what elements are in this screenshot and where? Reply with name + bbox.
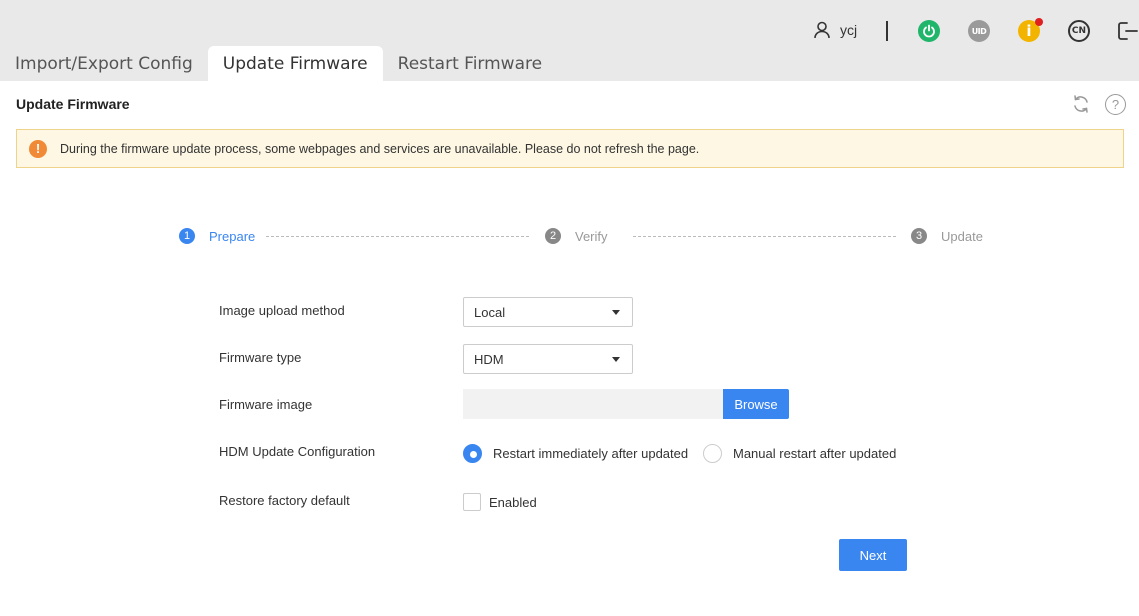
tab-bar: Import/Export Config Update Firmware Res… [0, 46, 557, 81]
restore-factory-label: Restore factory default [219, 493, 350, 508]
language-icon[interactable]: CN [1068, 20, 1090, 42]
user-menu[interactable]: ycj [812, 20, 857, 40]
upload-method-label: Image upload method [219, 303, 345, 318]
upload-method-value: Local [474, 304, 506, 320]
tab-import-export-config[interactable]: Import/Export Config [0, 46, 208, 81]
radio-label: Manual restart after updated [733, 446, 897, 461]
caret-down-icon [612, 357, 620, 362]
page-title: Update Firmware [16, 96, 130, 112]
checkbox-box [463, 493, 481, 511]
step-connector [266, 236, 529, 237]
step-connector [633, 236, 896, 237]
step-number: 3 [911, 228, 927, 244]
restore-factory-checkbox[interactable]: Enabled [463, 493, 537, 511]
warning-icon: ! [29, 139, 47, 158]
main-panel: Update Firmware ? ! During the firmware … [0, 81, 1139, 616]
step-verify: 2 Verify [545, 228, 608, 244]
warning-alert: ! During the firmware update process, so… [16, 129, 1124, 168]
firmware-type-value: HDM [474, 351, 504, 367]
step-update: 3 Update [911, 228, 983, 244]
step-prepare: 1 Prepare [179, 228, 255, 244]
radio-label: Restart immediately after updated [493, 446, 689, 461]
step-label: Prepare [209, 228, 256, 244]
step-number: 1 [179, 228, 195, 244]
notification-dot [1035, 18, 1043, 26]
alert-text: During the firmware update process, some… [60, 141, 700, 156]
refresh-icon[interactable] [1071, 94, 1091, 114]
firmware-type-label: Firmware type [219, 350, 302, 365]
power-icon[interactable] [918, 20, 940, 42]
radio-unchecked-icon [703, 444, 722, 463]
firmware-type-select[interactable]: HDM [463, 344, 633, 374]
checkbox-label: Enabled [489, 494, 537, 510]
radio-checked-icon [463, 444, 482, 463]
info-glyph: i [1026, 22, 1032, 40]
uid-icon[interactable]: UID [968, 20, 990, 42]
username: ycj [840, 22, 858, 38]
help-icon[interactable]: ? [1105, 94, 1126, 115]
logout-icon[interactable] [1116, 20, 1138, 42]
hdm-update-label: HDM Update Configuration [219, 444, 376, 459]
step-label: Update [941, 228, 983, 244]
step-label: Verify [575, 228, 608, 244]
firmware-image-field[interactable] [463, 389, 723, 419]
info-icon[interactable]: i [1018, 18, 1043, 42]
caret-down-icon [612, 310, 620, 315]
tab-update-firmware[interactable]: Update Firmware [207, 46, 383, 81]
user-icon [814, 21, 830, 39]
upload-method-select[interactable]: Local [463, 297, 633, 327]
manual-restart-radio[interactable]: Manual restart after updated [703, 444, 896, 463]
browse-button[interactable]: Browse [723, 389, 789, 419]
firmware-image-label: Firmware image [219, 397, 313, 412]
divider [886, 21, 888, 41]
next-button[interactable]: Next [839, 539, 907, 571]
restart-immediately-radio[interactable]: Restart immediately after updated [463, 444, 688, 463]
tab-restart-firmware[interactable]: Restart Firmware [383, 46, 557, 81]
progress-stepper: 1 Prepare 2 Verify 3 Update [179, 228, 989, 244]
step-number: 2 [545, 228, 561, 244]
